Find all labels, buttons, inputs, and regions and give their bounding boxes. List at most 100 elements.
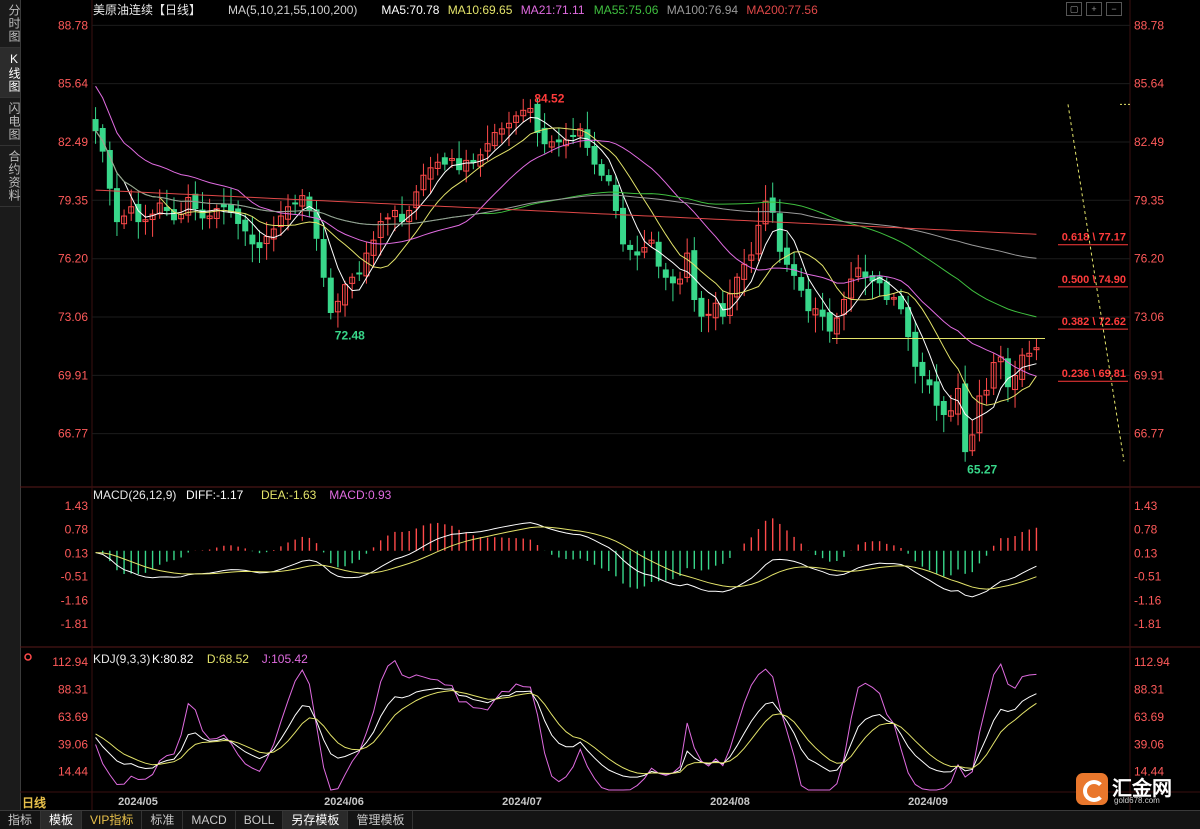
kdj-legend-item: D:68.52 bbox=[207, 652, 249, 666]
logo-url: gold678.com bbox=[1114, 796, 1160, 805]
macd-y-tick-right: 0.78 bbox=[1134, 523, 1158, 537]
candle bbox=[605, 175, 612, 182]
candle bbox=[598, 164, 605, 176]
fib-level-label: 0.236 \ 69.81 bbox=[1062, 368, 1126, 380]
fit-icon[interactable]: ▢ bbox=[1066, 2, 1082, 16]
x-tick-label: 2024/07 bbox=[502, 796, 542, 808]
tab-templates[interactable]: 模板 bbox=[41, 811, 83, 829]
tab-macd[interactable]: MACD bbox=[183, 811, 236, 829]
macd-y-tick-left: 0.13 bbox=[65, 546, 89, 560]
candle bbox=[306, 196, 313, 211]
macd-y-tick-left: 1.43 bbox=[65, 499, 89, 513]
y-tick-label-right: 76.20 bbox=[1134, 252, 1164, 266]
macd-y-tick-right: -1.16 bbox=[1134, 593, 1162, 607]
chart-canvas[interactable]: 88.78 88.78 85.64 85.64 82.49 82.49 79.35 79.35… bbox=[0, 0, 1200, 810]
kdj-y-tick-left: 63.69 bbox=[58, 710, 88, 724]
kdj-y-tick-left: 88.31 bbox=[58, 682, 88, 696]
candle bbox=[235, 208, 242, 224]
kdj-y-tick-right: 112.94 bbox=[1134, 655, 1170, 669]
macd-y-tick-left: -1.16 bbox=[61, 593, 89, 607]
kdj-y-tick-right: 39.06 bbox=[1134, 737, 1164, 751]
low-annotation-june: 72.48 bbox=[335, 329, 365, 343]
candle bbox=[933, 381, 940, 406]
candle bbox=[769, 197, 776, 213]
y-tick-label-right: 88.78 bbox=[1134, 18, 1164, 32]
kdj-legend-item: J:105.42 bbox=[262, 652, 308, 666]
macd-y-tick-left: -1.81 bbox=[61, 617, 89, 631]
kdj-settings-icon bbox=[24, 653, 32, 661]
macd-legend-item: DIFF:-1.17 bbox=[186, 488, 244, 502]
macd-y-tick-right: -0.51 bbox=[1134, 570, 1162, 584]
low-annotation-sep: 65.27 bbox=[967, 462, 997, 476]
candle bbox=[591, 146, 598, 165]
x-tick-label: 2024/05 bbox=[118, 796, 158, 808]
candle bbox=[705, 313, 712, 316]
ma-legend-item: MA55:75.06 bbox=[594, 3, 659, 17]
x-tick-label: 2024/08 bbox=[710, 796, 750, 808]
ma-legend-item: MA10:69.65 bbox=[448, 3, 513, 17]
candle bbox=[926, 379, 933, 386]
macd-y-tick-right: 1.43 bbox=[1134, 499, 1158, 513]
y-tick-label-right: 69.91 bbox=[1134, 368, 1164, 382]
candle bbox=[163, 207, 170, 211]
candle bbox=[698, 297, 705, 317]
macd-y-tick-right: -1.81 bbox=[1134, 617, 1162, 631]
candle bbox=[242, 219, 249, 232]
chart-title: 美原油连续【日线】 bbox=[93, 2, 201, 17]
candle bbox=[327, 277, 334, 313]
ma-legend-item: MA100:76.94 bbox=[667, 3, 739, 17]
kdj-y-tick-left: 39.06 bbox=[58, 737, 88, 751]
macd-legend-item: MACD:0.93 bbox=[329, 488, 391, 502]
candle bbox=[912, 331, 919, 367]
zoom-in-icon[interactable]: + bbox=[1086, 2, 1102, 16]
candle bbox=[356, 272, 363, 275]
period-selector[interactable]: 日线 bbox=[22, 794, 46, 811]
y-tick-label-left: 79.35 bbox=[58, 193, 88, 207]
ma-legend-item: MA21:71.11 bbox=[521, 3, 585, 17]
y-tick-label-left: 85.64 bbox=[58, 77, 88, 91]
y-tick-label-right: 82.49 bbox=[1134, 135, 1164, 149]
macd-y-tick-left: -0.51 bbox=[61, 570, 89, 584]
brand-logo: 汇金网 gold678.com bbox=[1076, 772, 1194, 806]
candle bbox=[620, 207, 627, 245]
candle bbox=[470, 159, 477, 163]
candle bbox=[962, 383, 969, 453]
tab-save-template[interactable]: 另存模板 bbox=[283, 811, 349, 829]
x-tick-label: 2024/06 bbox=[324, 796, 364, 808]
tab-vip-indicators[interactable]: VIP指标 bbox=[82, 811, 143, 829]
tab-manage-templates[interactable]: 管理模板 bbox=[348, 811, 414, 829]
candle bbox=[669, 276, 676, 284]
high-annotation: 84.52 bbox=[534, 91, 564, 105]
bottom-toolbar: 指标 模板 VIP指标 标准 MACD BOLL 另存模板 管理模板 bbox=[0, 810, 1200, 829]
y-tick-label-left: 82.49 bbox=[58, 135, 88, 149]
kdj-y-tick-right: 88.31 bbox=[1134, 682, 1164, 696]
macd-legend-item: DEA:-1.63 bbox=[261, 488, 317, 502]
candle bbox=[320, 239, 327, 278]
candle bbox=[113, 188, 120, 223]
tab-standard[interactable]: 标准 bbox=[142, 811, 184, 829]
candle bbox=[655, 241, 662, 267]
fib-level-label: 0.500 \ 74.90 bbox=[1062, 274, 1126, 286]
candle bbox=[99, 127, 106, 152]
candle bbox=[249, 234, 256, 245]
kdj-d-line bbox=[95, 690, 1037, 775]
y-tick-label-left: 76.20 bbox=[58, 252, 88, 266]
fib-level-label: 0.382 \ 72.62 bbox=[1062, 316, 1126, 328]
macd-diff-line bbox=[95, 522, 1037, 598]
candle bbox=[570, 134, 577, 137]
macd-y-tick-right: 0.13 bbox=[1134, 546, 1158, 560]
ma-legend-item: MA(5,10,21,55,100,200) bbox=[228, 3, 357, 17]
tab-boll[interactable]: BOLL bbox=[236, 811, 284, 829]
candle bbox=[819, 309, 826, 317]
y-tick-label-right: 66.77 bbox=[1134, 427, 1164, 441]
candle bbox=[662, 269, 669, 278]
x-tick-label: 2024/09 bbox=[908, 796, 948, 808]
zoom-out-icon[interactable]: − bbox=[1106, 2, 1122, 16]
kdj-k-line bbox=[95, 687, 1037, 778]
fib-level-label: 0.618 \ 77.17 bbox=[1062, 232, 1126, 244]
candle bbox=[220, 203, 227, 208]
tab-indicators[interactable]: 指标 bbox=[0, 811, 42, 829]
kdj-title: KDJ(9,3,3) bbox=[93, 652, 150, 666]
y-tick-label-left: 88.78 bbox=[58, 18, 88, 32]
candle bbox=[905, 307, 912, 338]
